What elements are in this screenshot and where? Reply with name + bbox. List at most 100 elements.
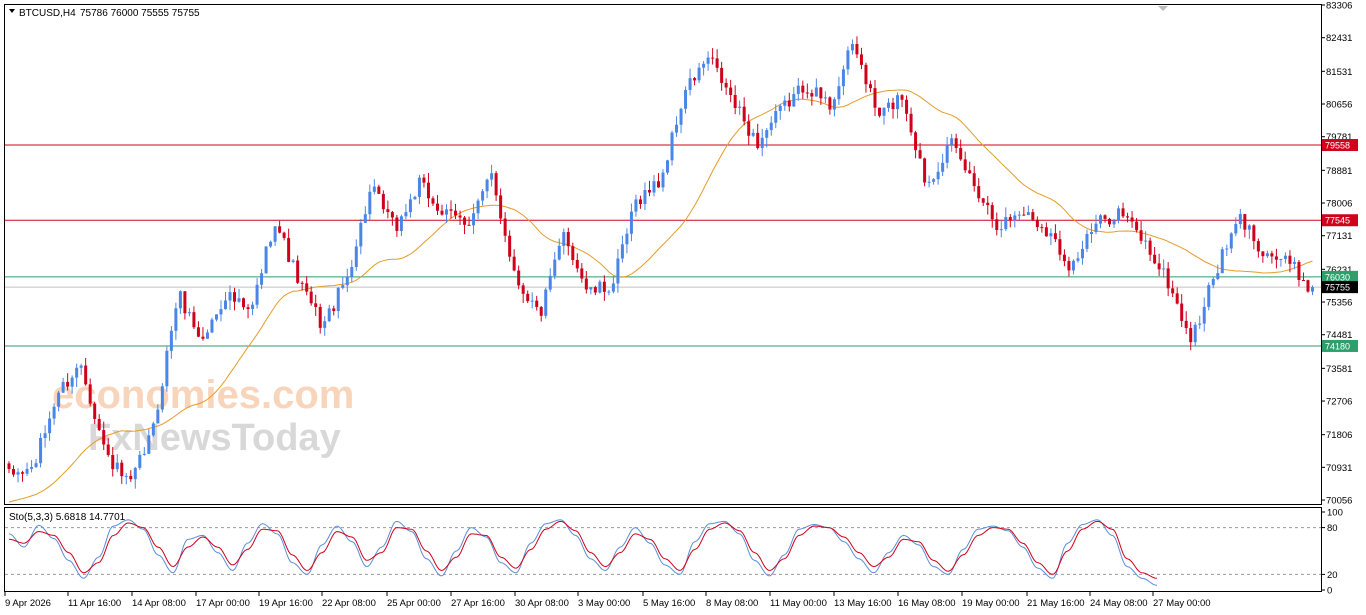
candle-body xyxy=(377,186,381,194)
candle-body xyxy=(201,336,205,339)
candle-body xyxy=(819,87,823,99)
candle-body xyxy=(323,321,327,328)
candle-body xyxy=(805,92,809,94)
candle-body xyxy=(841,69,845,87)
candle-body xyxy=(756,132,760,149)
candle-body xyxy=(616,258,620,284)
candle-body xyxy=(589,287,593,290)
candle-body xyxy=(566,232,570,247)
candle-body xyxy=(115,462,119,470)
candle-body xyxy=(1067,261,1071,271)
candle-body xyxy=(467,224,471,226)
x-axis-tick-label: 8 May 08:00 xyxy=(706,598,758,609)
candle-body xyxy=(237,298,241,302)
candle-body xyxy=(151,423,155,436)
x-axis-tick-label: 3 May 00:00 xyxy=(578,598,630,609)
x-axis-tick-label: 19 May 00:00 xyxy=(962,598,1020,609)
candle-body xyxy=(287,237,291,262)
candle-body xyxy=(950,138,954,145)
candle-body xyxy=(1202,306,1206,324)
candle-body xyxy=(219,309,223,315)
candle-body xyxy=(724,82,728,88)
candle-body xyxy=(643,190,647,205)
candle-body xyxy=(1094,223,1098,232)
candle-body xyxy=(945,144,949,163)
watermark-fxnewstoday: FxNewsToday xyxy=(88,417,341,459)
candle-body xyxy=(368,191,372,215)
candle-body xyxy=(97,418,101,431)
candle-body xyxy=(363,214,367,223)
candle-body xyxy=(309,291,313,304)
y-axis-tick-label: 83306 xyxy=(1326,1,1352,12)
candle-body xyxy=(652,181,656,193)
candle-body xyxy=(66,381,70,387)
candle-body xyxy=(435,203,439,211)
candle-body xyxy=(1076,258,1080,261)
candle-body xyxy=(796,85,800,95)
candle-body xyxy=(1261,251,1265,257)
candle-body xyxy=(517,270,521,286)
candle-body xyxy=(120,462,124,477)
candle-body xyxy=(832,99,836,110)
candle-body xyxy=(873,88,877,108)
candle-body xyxy=(684,89,688,109)
candle-body xyxy=(124,475,128,477)
candle-body xyxy=(733,94,737,108)
candle-body xyxy=(918,150,922,159)
candle-body xyxy=(93,403,97,419)
candle-body xyxy=(607,291,611,293)
candle-body xyxy=(25,468,29,474)
candle-body xyxy=(273,226,277,242)
candle-body xyxy=(774,110,778,123)
candle-body xyxy=(575,259,579,269)
y-axis-tick-label: 80656 xyxy=(1326,100,1352,111)
x-axis-tick-label: 30 Apr 08:00 xyxy=(515,598,569,609)
candle-body xyxy=(1080,248,1084,259)
candle-body xyxy=(810,93,814,97)
candle-body xyxy=(508,235,512,257)
candle-body xyxy=(88,384,92,404)
candle-body xyxy=(986,202,990,206)
candle-body xyxy=(792,94,796,107)
candle-body xyxy=(300,282,304,284)
candle-body xyxy=(891,102,895,110)
candle-body xyxy=(1198,323,1202,325)
candle-body xyxy=(1004,217,1008,230)
x-axis-tick-label: 17 Apr 00:00 xyxy=(196,598,250,609)
candle-body xyxy=(264,246,268,274)
candle-body xyxy=(814,87,818,97)
candle-body xyxy=(336,287,340,311)
candle-body xyxy=(332,308,336,311)
candle-body xyxy=(521,285,525,294)
ohlc-label: 75786 76000 75555 75755 xyxy=(80,8,200,19)
x-axis-tick-label: 9 Apr 2026 xyxy=(5,598,51,609)
candle-body xyxy=(84,365,88,385)
candle-body xyxy=(1153,254,1157,264)
candle-body xyxy=(900,95,904,100)
candle-body xyxy=(291,260,295,262)
support-level-label: 74180 xyxy=(1325,341,1350,351)
candle-body xyxy=(138,454,142,468)
candle-body xyxy=(535,300,539,307)
candle-body xyxy=(341,285,345,288)
candle-body xyxy=(661,172,665,188)
candle-body xyxy=(386,209,390,213)
candle-body xyxy=(417,177,421,197)
candle-body xyxy=(7,463,11,470)
candle-body xyxy=(1310,287,1314,292)
candle-body xyxy=(611,283,615,292)
candle-body xyxy=(823,97,827,99)
candle-body xyxy=(1103,215,1107,219)
candle-body xyxy=(359,222,363,247)
candle-body xyxy=(440,210,444,215)
candle-body xyxy=(914,132,918,151)
x-axis-tick-label: 16 May 08:00 xyxy=(898,598,956,609)
candle-body xyxy=(1053,233,1057,240)
candle-body xyxy=(670,132,674,161)
candle-body xyxy=(1085,233,1089,249)
candle-body xyxy=(702,63,706,68)
candle-body xyxy=(801,85,805,93)
candle-body xyxy=(422,177,426,183)
candle-body xyxy=(503,218,507,236)
candle-body xyxy=(990,205,994,220)
